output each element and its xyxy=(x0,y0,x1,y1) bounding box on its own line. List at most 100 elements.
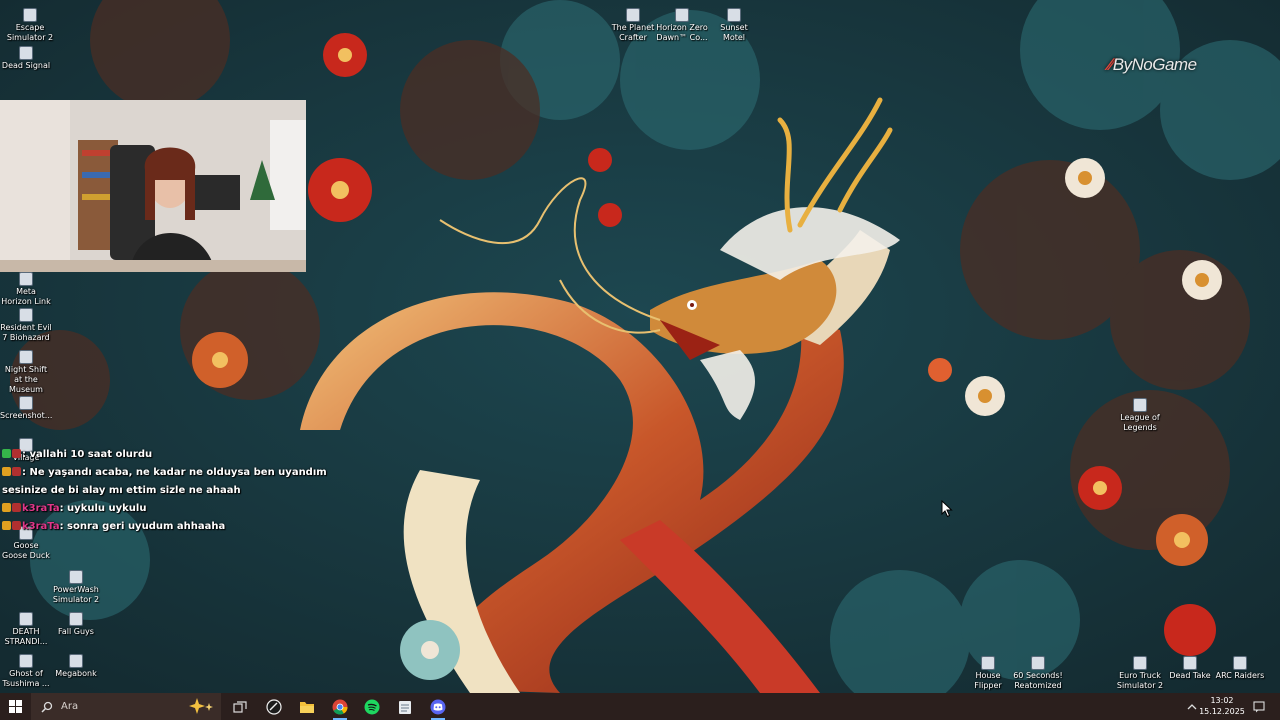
desktop-icon-label: Megabonk xyxy=(55,669,97,678)
chat-text: : sonra geri uyudum ahhaaha xyxy=(59,521,226,532)
taskbar: Ara 13:02 15.12.2025 xyxy=(0,693,1280,720)
desktop-icon-planet-crafter[interactable]: The Planet Crafter xyxy=(607,8,659,43)
chat-badge-icon xyxy=(12,449,21,458)
desktop-icon-fall-guys[interactable]: Fall Guys xyxy=(50,612,102,637)
folder-icon xyxy=(300,701,314,713)
desktop-icon-label: DEATH STRANDI... xyxy=(4,627,48,646)
desktop-icon-league[interactable]: League of Legends xyxy=(1114,398,1166,433)
desktop-icon-label: Dead Take xyxy=(1169,671,1211,680)
game-icon xyxy=(1183,656,1197,670)
clock-time: 13:02 xyxy=(1210,696,1234,705)
game-icon xyxy=(19,654,33,668)
task-view-button[interactable] xyxy=(228,693,252,720)
game-icon xyxy=(981,656,995,670)
desktop-icon-label: League of Legends xyxy=(1120,413,1160,432)
game-icon xyxy=(23,8,37,22)
chat-badge-icon xyxy=(12,503,21,512)
desktop-icon-ghost-tsushima[interactable]: Ghost of Tsushima ... xyxy=(0,654,52,689)
desktop-icon-label: Ghost of Tsushima ... xyxy=(2,669,50,688)
stream-chat-overlay: : vallahi 10 saat olurdu : Ne yaşandı aca… xyxy=(2,446,327,536)
app-circle-icon xyxy=(266,698,282,715)
game-icon xyxy=(1133,398,1147,412)
desktop-icon-label: Screenshot... xyxy=(0,411,52,420)
desktop-icon-powerwash[interactable]: PowerWash Simulator 2 xyxy=(50,570,102,605)
notepad-icon xyxy=(399,700,411,714)
desktop-icon-60-seconds[interactable]: 60 Seconds! Reatomized xyxy=(1012,656,1064,691)
desktop-icon-label: PowerWash Simulator 2 xyxy=(52,585,100,604)
chat-message: : Ne yaşandı acaba, ne kadar ne olduysa … xyxy=(2,464,327,482)
chat-message: : vallahi 10 saat olurdu xyxy=(2,446,317,464)
chat-badge-icon xyxy=(2,467,11,476)
chat-message: sesinize de bi alay mı ettim sizle ne ah… xyxy=(2,482,317,500)
taskbar-search[interactable]: Ara xyxy=(31,693,221,720)
game-icon xyxy=(1031,656,1045,670)
desktop-icon-label: Night Shift at the Museum xyxy=(4,365,48,394)
taskbar-spotify[interactable] xyxy=(360,693,384,720)
bynogame-watermark: ∕∕ByNoGame xyxy=(1108,55,1197,75)
desktop-icon-house-flipper[interactable]: House Flipper xyxy=(962,656,1014,691)
game-icon xyxy=(626,8,640,22)
desktop-icon-euro-truck[interactable]: Euro Truck Simulator 2 xyxy=(1114,656,1166,691)
taskbar-clock[interactable]: 13:02 15.12.2025 xyxy=(1198,695,1246,717)
game-icon xyxy=(69,654,83,668)
taskbar-discord[interactable] xyxy=(426,693,450,720)
game-icon xyxy=(69,570,83,584)
desktop-icon-label: House Flipper xyxy=(974,671,1002,690)
desktop-icon-label: ARC Raiders xyxy=(1215,671,1265,680)
game-icon xyxy=(727,8,741,22)
mouse-cursor-icon xyxy=(941,500,953,518)
desktop-icon-escape[interactable]: Escape Simulator 2 xyxy=(4,8,56,43)
chat-username: k3raTa xyxy=(22,521,60,532)
desktop-icon-label: Goose Goose Duck xyxy=(2,541,50,560)
taskbar-chrome[interactable] xyxy=(328,693,352,720)
desktop-icon-arc-raiders[interactable]: ARC Raiders xyxy=(1214,656,1266,681)
game-icon xyxy=(19,612,33,626)
clock-date: 15.12.2025 xyxy=(1199,707,1245,716)
game-icon xyxy=(69,612,83,626)
copilot-sparkle-icon xyxy=(189,698,213,714)
desktop-icon-meta-horizon[interactable]: Meta Horizon Link xyxy=(0,272,52,307)
webcam-overlay xyxy=(0,100,306,272)
chat-username: k3raTa xyxy=(22,503,60,514)
chat-message: k3raTa: sonra geri uyudum ahhaaha xyxy=(2,518,317,536)
desktop-icon-horizon[interactable]: Horizon Zero Dawn™ Co... xyxy=(656,8,708,43)
desktop-icon-label: 60 Seconds! Reatomized xyxy=(1013,671,1063,690)
chat-badge-icon xyxy=(2,503,11,512)
spotify-icon xyxy=(364,699,380,714)
desktop-icon-label: Dead Signal xyxy=(1,61,51,70)
desktop-icon-screenshot[interactable]: Screenshot... xyxy=(0,396,52,421)
game-icon xyxy=(675,8,689,22)
start-button[interactable] xyxy=(0,693,31,720)
notification-center-button[interactable] xyxy=(1250,693,1268,720)
taskbar-file-explorer[interactable] xyxy=(295,693,319,720)
notification-icon xyxy=(1253,700,1265,712)
task-view-icon xyxy=(233,700,247,713)
desktop-icon-label: Escape Simulator 2 xyxy=(6,23,54,42)
chat-text: : uykulu uykulu xyxy=(59,503,147,514)
desktop-icon-label: Fall Guys xyxy=(58,627,94,636)
desktop-icon-dead-take[interactable]: Dead Take xyxy=(1164,656,1216,681)
chat-badge-icon xyxy=(12,521,21,530)
game-icon xyxy=(1233,656,1247,670)
taskbar-app-circle[interactable] xyxy=(262,693,286,720)
chevron-up-icon xyxy=(1187,703,1197,709)
watermark-text: ByNoGame xyxy=(1112,55,1197,74)
desktop-icon-sunset-motel[interactable]: Sunset Motel xyxy=(708,8,760,43)
desktop-icon-resident-evil[interactable]: Resident Evil 7 Biohazard xyxy=(0,308,52,343)
discord-icon xyxy=(430,699,446,714)
desktop-icon-label: Meta Horizon Link xyxy=(1,287,51,306)
desktop-icon-label: Horizon Zero Dawn™ Co... xyxy=(656,23,708,42)
desktop-icon-night-shift[interactable]: Night Shift at the Museum xyxy=(0,350,52,395)
chat-text: : vallahi 10 saat olurdu xyxy=(22,449,153,460)
taskbar-notepad[interactable] xyxy=(393,693,417,720)
chrome-icon xyxy=(332,699,348,715)
chat-text: : Ne yaşandı acaba, ne kadar ne olduysa … xyxy=(22,467,327,478)
file-icon xyxy=(19,396,33,410)
desktop-icon-dead-signal[interactable]: Dead Signal xyxy=(0,46,52,71)
chat-badge-icon xyxy=(12,467,21,476)
desktop-icon-death-stranding[interactable]: DEATH STRANDI... xyxy=(0,612,52,647)
desktop-icon-label: Euro Truck Simulator 2 xyxy=(1116,671,1164,690)
game-icon xyxy=(19,308,33,322)
desktop-icon-megabonk[interactable]: Megabonk xyxy=(50,654,102,679)
search-icon xyxy=(41,701,53,713)
